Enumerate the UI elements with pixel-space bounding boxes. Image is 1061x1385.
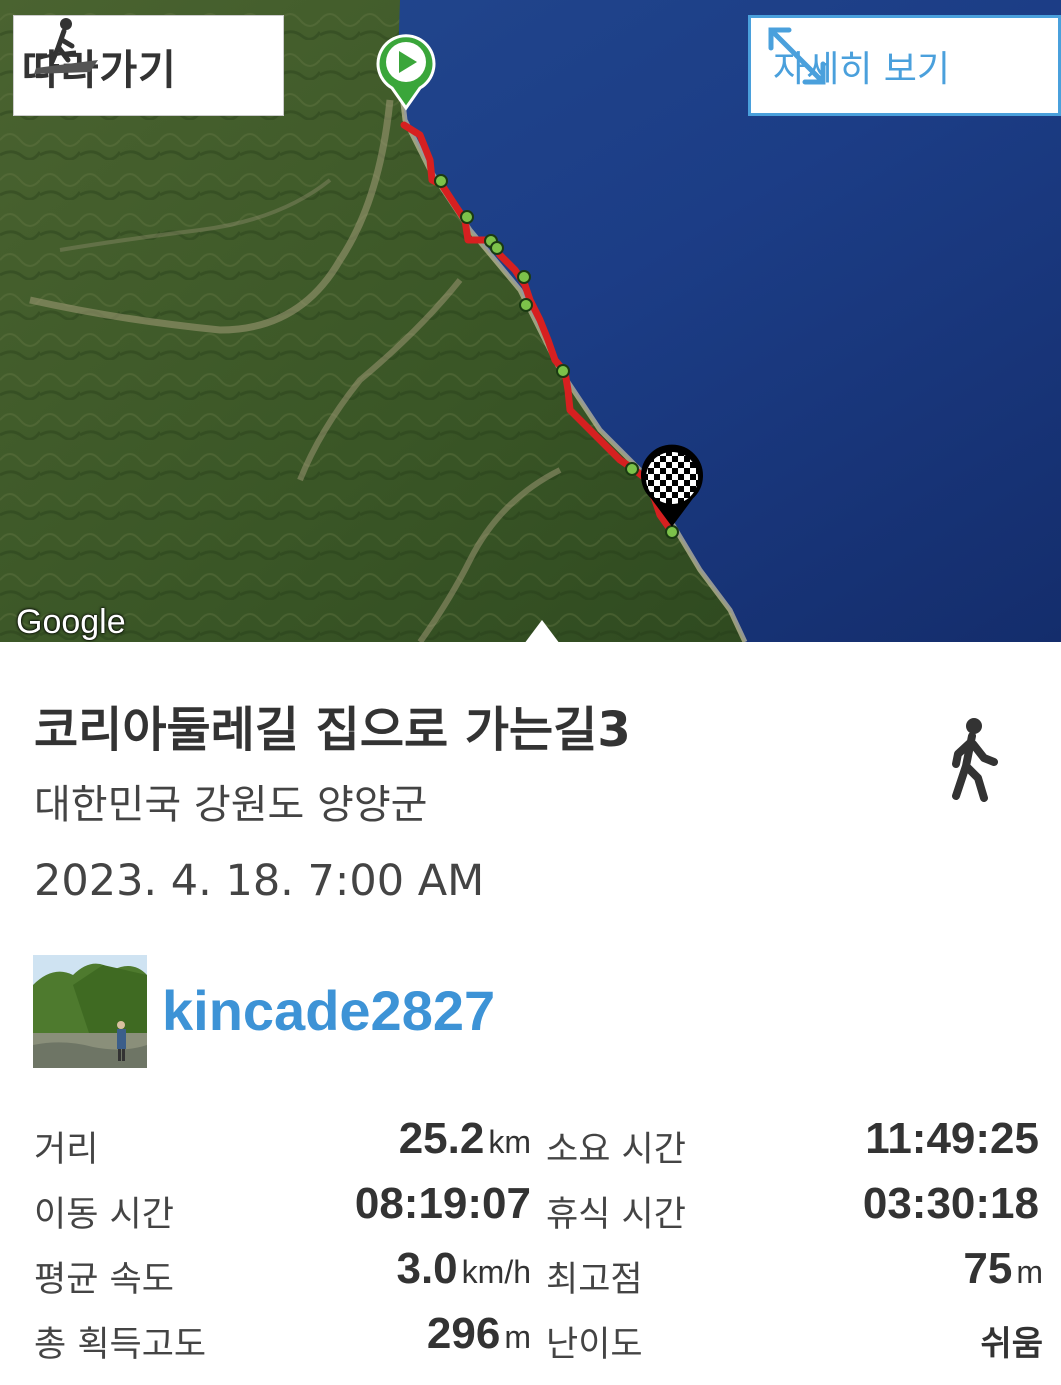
- trail-datetime: 2023. 4. 18. 7:00 AM: [34, 856, 485, 906]
- distance-label: 거리: [34, 1130, 99, 1170]
- avatar-image: [33, 955, 147, 1068]
- moving-time-value: 08:19:07: [354, 1179, 531, 1228]
- callout-pointer: [524, 620, 560, 642]
- detail-view-button[interactable]: 자세히 보기: [748, 15, 1061, 116]
- trail-title: 코리아둘레길 집으로 가는길3: [34, 702, 631, 758]
- max-elevation-value: 75 m: [963, 1244, 1043, 1293]
- rest-time-value: 03:30:18: [862, 1179, 1039, 1228]
- avg-speed-label: 평균 속도: [34, 1260, 174, 1300]
- trail-location: 대한민국 강원도 양양군: [34, 782, 428, 828]
- distance-value: 25.2 km: [398, 1114, 531, 1163]
- avg-speed-value: 3.0 km/h: [396, 1244, 531, 1293]
- hiker-follow-icon: [34, 18, 98, 74]
- difficulty-value: 쉬움: [980, 1324, 1043, 1364]
- avatar[interactable]: [33, 955, 147, 1068]
- expand-icon: [768, 27, 826, 85]
- moving-time-label: 이동 시간: [34, 1195, 174, 1235]
- rest-time-label: 휴식 시간: [546, 1195, 686, 1235]
- walking-person-icon: [952, 718, 998, 802]
- difficulty-label: 난이도: [546, 1325, 643, 1365]
- total-time-label: 소요 시간: [546, 1130, 686, 1170]
- google-logo: Google: [16, 603, 126, 641]
- follow-button[interactable]: 따라가기: [13, 15, 284, 116]
- total-ascent-label: 총 획득고도: [34, 1325, 207, 1365]
- total-ascent-value: 296 m: [426, 1309, 531, 1358]
- max-elevation-label: 최고점: [546, 1260, 643, 1300]
- total-time-value: 11:49:25: [865, 1114, 1039, 1163]
- route-map[interactable]: 따라가기 자세히 보기 Google: [0, 0, 1061, 642]
- username-link[interactable]: kincade2827: [162, 978, 495, 1043]
